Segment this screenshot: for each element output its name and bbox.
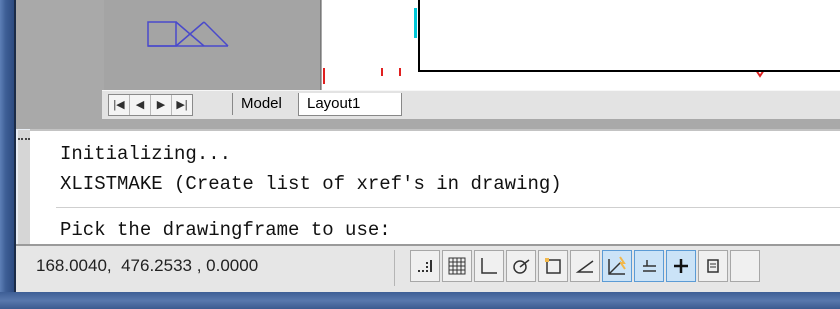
command-prompt[interactable]: Pick the drawingframe to use: xyxy=(60,219,391,241)
window-frame-left xyxy=(0,0,14,309)
coordinate-readout[interactable]: 168.0040, 476.2533 , 0.0000 xyxy=(36,256,258,276)
viewport-frame[interactable] xyxy=(418,0,840,72)
object-snap-tracking-icon[interactable] xyxy=(634,250,664,282)
layout-navigation: |◀ ◀ ▶ ▶| xyxy=(108,94,193,116)
grip-handle-icon xyxy=(18,138,30,145)
next-layout-icon[interactable]: ▶ xyxy=(151,95,172,115)
dynamic-input-icon[interactable] xyxy=(698,250,728,282)
command-history-line: Initializing... xyxy=(60,143,232,165)
command-window-grip[interactable] xyxy=(18,130,30,244)
window-frame-bottom xyxy=(0,292,840,309)
polar-tracking-icon[interactable] xyxy=(538,250,568,282)
last-layout-icon[interactable]: ▶| xyxy=(172,95,192,115)
tab-model[interactable]: Model xyxy=(232,93,307,115)
command-history-line: XLISTMAKE (Create list of xref's in draw… xyxy=(60,173,562,195)
tab-layout1[interactable]: Layout1 xyxy=(298,93,402,116)
status-divider xyxy=(394,250,395,286)
snap-mode-icon[interactable] xyxy=(442,250,472,282)
drawing-workspace[interactable]: |◀ ◀ ▶ ▶| Model Layout1 xyxy=(16,0,840,129)
layout-tab-bar: |◀ ◀ ▶ ▶| Model Layout1 xyxy=(102,90,840,119)
dynamic-ucs-icon[interactable] xyxy=(666,250,696,282)
3d-object-snap-icon[interactable] xyxy=(602,250,632,282)
status-bar: 168.0040, 476.2533 , 0.0000 xyxy=(16,244,840,294)
paper-sheet xyxy=(104,0,321,90)
previous-layout-icon[interactable]: ◀ xyxy=(130,95,151,115)
grid-display-icon[interactable] xyxy=(474,250,504,282)
first-layout-icon[interactable]: |◀ xyxy=(109,95,130,115)
object-snap-icon[interactable] xyxy=(570,250,600,282)
command-separator xyxy=(56,207,840,208)
titleblock-sketch xyxy=(147,21,229,47)
infer-constraints-icon[interactable] xyxy=(410,250,440,282)
ortho-mode-icon[interactable] xyxy=(506,250,536,282)
show-lineweight-icon[interactable] xyxy=(730,250,760,282)
command-window[interactable]: Initializing... XLISTMAKE (Create list o… xyxy=(30,129,840,246)
